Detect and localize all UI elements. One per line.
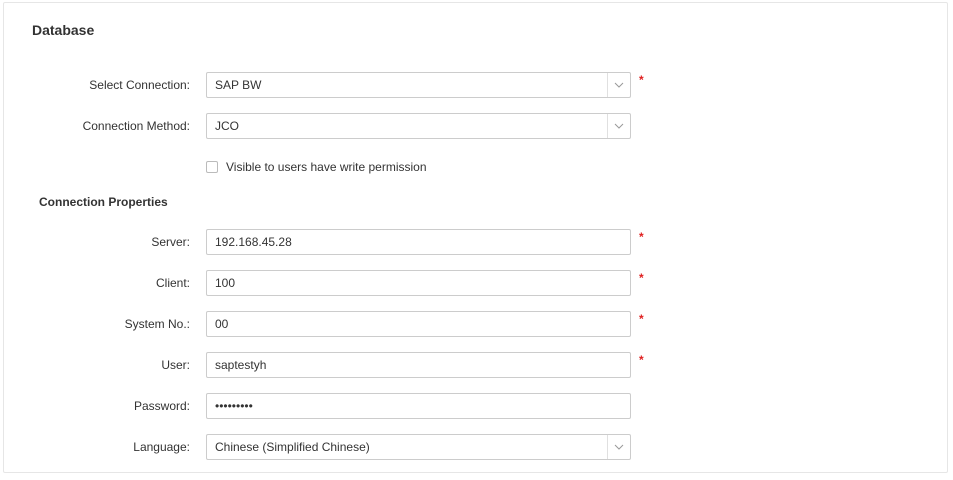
password-input[interactable] [206,393,631,419]
language-label: Language: [133,440,190,454]
password-label: Password: [133,399,190,413]
section-title: Database [32,22,95,38]
language-row: Language: Chinese (Simplified Chinese) [0,434,700,460]
connection-properties-title: Connection Properties [39,195,168,209]
required-marker: * [639,73,644,87]
select-connection-label: Select Connection: [89,78,190,92]
chevron-down-icon[interactable] [607,73,630,97]
select-connection-row: Select Connection: SAP BW * [0,72,700,98]
system-no-label: System No.: [124,317,190,331]
user-input[interactable] [206,352,631,378]
system-no-input[interactable] [206,311,631,337]
connection-method-row: Connection Method: JCO [0,113,700,139]
required-marker: * [639,271,644,285]
visibility-checkbox-label[interactable]: Visible to users have write permission [226,160,427,174]
chevron-down-icon[interactable] [607,114,630,138]
user-row: User: * [0,352,700,378]
server-row: Server: * [0,229,700,255]
password-row: Password: [0,393,700,419]
language-value: Chinese (Simplified Chinese) [215,440,370,454]
visibility-checkbox[interactable] [206,161,218,173]
required-marker: * [639,312,644,326]
user-label: User: [161,358,190,372]
required-marker: * [639,230,644,244]
client-input[interactable] [206,270,631,296]
select-connection-value: SAP BW [215,78,262,92]
client-label: Client: [155,276,190,290]
chevron-down-icon[interactable] [607,435,630,459]
client-row: Client: * [0,270,700,296]
server-input[interactable] [206,229,631,255]
connection-method-value: JCO [215,119,239,133]
required-marker: * [639,353,644,367]
server-label: Server: [151,235,190,249]
connection-method-dropdown[interactable]: JCO [206,113,631,139]
select-connection-dropdown[interactable]: SAP BW [206,72,631,98]
connection-method-label: Connection Method: [82,119,190,133]
language-dropdown[interactable]: Chinese (Simplified Chinese) [206,434,631,460]
system-no-row: System No.: * [0,311,700,337]
